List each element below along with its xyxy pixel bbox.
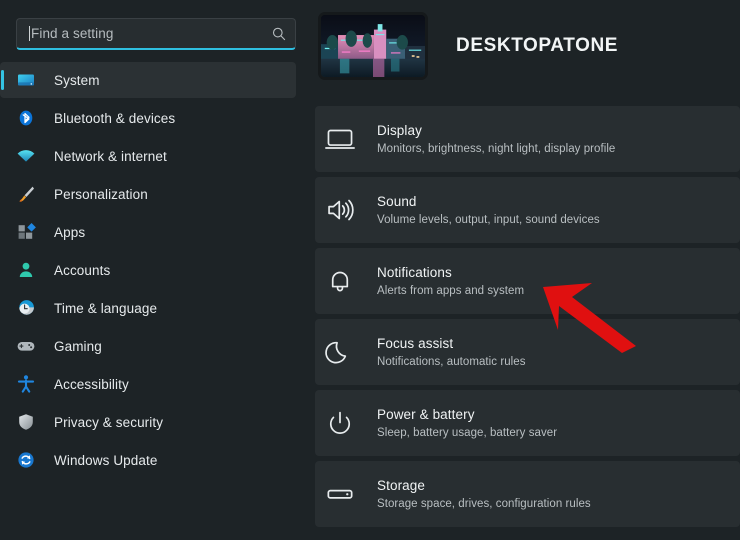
sidebar-item-label: Time & language — [54, 300, 158, 316]
sidebar-item-personalization[interactable]: Personalization — [0, 176, 296, 212]
card-title: Notifications — [377, 264, 452, 280]
sidebar-item-label: Accessibility — [54, 376, 129, 392]
shield-icon — [16, 412, 36, 432]
person-icon — [16, 260, 36, 280]
search-icon[interactable] — [271, 26, 287, 42]
sidebar-item-label: Network & internet — [54, 148, 167, 164]
settings-card-power-battery[interactable]: Power & battery Sleep, battery usage, ba… — [315, 390, 740, 456]
card-title: Sound — [377, 193, 417, 209]
card-title: Focus assist — [377, 335, 454, 351]
card-subtitle: Alerts from apps and system — [377, 284, 525, 297]
device-header: DESKTOPATONE — [310, 0, 740, 84]
card-subtitle: Monitors, brightness, night light, displ… — [377, 142, 616, 155]
sidebar-item-label: Personalization — [54, 186, 148, 202]
power-icon — [323, 406, 357, 440]
bell-icon — [323, 264, 357, 298]
settings-card-display[interactable]: Display Monitors, brightness, night ligh… — [315, 106, 740, 172]
text-caret — [29, 26, 30, 41]
card-title: Display — [377, 122, 422, 138]
sidebar-item-gaming[interactable]: Gaming — [0, 328, 296, 364]
update-icon — [16, 450, 36, 470]
display-icon — [323, 122, 357, 156]
sidebar-item-windows-update[interactable]: Windows Update — [0, 442, 296, 478]
settings-card-storage[interactable]: Storage Storage space, drives, configura… — [315, 461, 740, 527]
speaker-icon — [323, 193, 357, 227]
card-subtitle: Volume levels, output, input, sound devi… — [377, 213, 600, 226]
gamepad-icon — [16, 336, 36, 356]
sidebar-item-network-internet[interactable]: Network & internet — [0, 138, 296, 174]
sidebar-item-apps[interactable]: Apps — [0, 214, 296, 250]
moon-icon — [323, 335, 357, 369]
page-title: DESKTOPATONE — [456, 35, 619, 56]
card-subtitle: Notifications, automatic rules — [377, 355, 526, 368]
settings-card-focus-assist[interactable]: Focus assist Notifications, automatic ru… — [315, 319, 740, 385]
sidebar-item-bluetooth-devices[interactable]: Bluetooth & devices — [0, 100, 296, 136]
sidebar-item-system[interactable]: System — [0, 62, 296, 98]
search-container: Find a setting — [16, 18, 296, 50]
clock-icon — [16, 298, 36, 318]
sidebar-item-label: Gaming — [54, 338, 102, 354]
wifi-icon — [16, 146, 36, 166]
bluetooth-icon — [16, 108, 36, 128]
sidebar-item-label: System — [54, 72, 100, 88]
sidebar-item-label: Bluetooth & devices — [54, 110, 176, 126]
card-title: Storage — [377, 477, 425, 493]
monitor-icon — [16, 70, 36, 90]
search-input[interactable]: Find a setting — [16, 18, 296, 50]
sidebar-item-accessibility[interactable]: Accessibility — [0, 366, 296, 402]
card-subtitle: Sleep, battery usage, battery saver — [377, 426, 558, 439]
apps-icon — [16, 222, 36, 242]
sidebar-item-accounts[interactable]: Accounts — [0, 252, 296, 288]
drive-icon — [323, 477, 357, 511]
sidebar-item-label: Windows Update — [54, 452, 158, 468]
main-content: DESKTOPATONE Display Monitors, brightnes… — [310, 0, 740, 540]
sidebar-item-label: Accounts — [54, 262, 111, 278]
search-placeholder-text: Find a setting — [31, 26, 114, 41]
settings-card-notifications[interactable]: Notifications Alerts from apps and syste… — [315, 248, 740, 314]
sidebar-nav: System Bluetooth & devices Network & int… — [0, 62, 310, 478]
settings-card-sound[interactable]: Sound Volume levels, output, input, soun… — [315, 177, 740, 243]
settings-window: Find a setting System Bluetooth & device… — [0, 0, 740, 540]
settings-card-list: Display Monitors, brightness, night ligh… — [315, 106, 740, 540]
sidebar-item-time-language[interactable]: Time & language — [0, 290, 296, 326]
sidebar-item-label: Privacy & security — [54, 414, 164, 430]
card-subtitle: Storage space, drives, configuration rul… — [377, 497, 591, 510]
sidebar: Find a setting System Bluetooth & device… — [0, 0, 310, 540]
paintbrush-icon — [16, 184, 36, 204]
sidebar-item-privacy-security[interactable]: Privacy & security — [0, 404, 296, 440]
accessibility-icon — [16, 374, 36, 394]
card-title: Power & battery — [377, 406, 475, 422]
sidebar-item-label: Apps — [54, 224, 86, 240]
desktop-wallpaper-thumbnail — [318, 12, 428, 80]
